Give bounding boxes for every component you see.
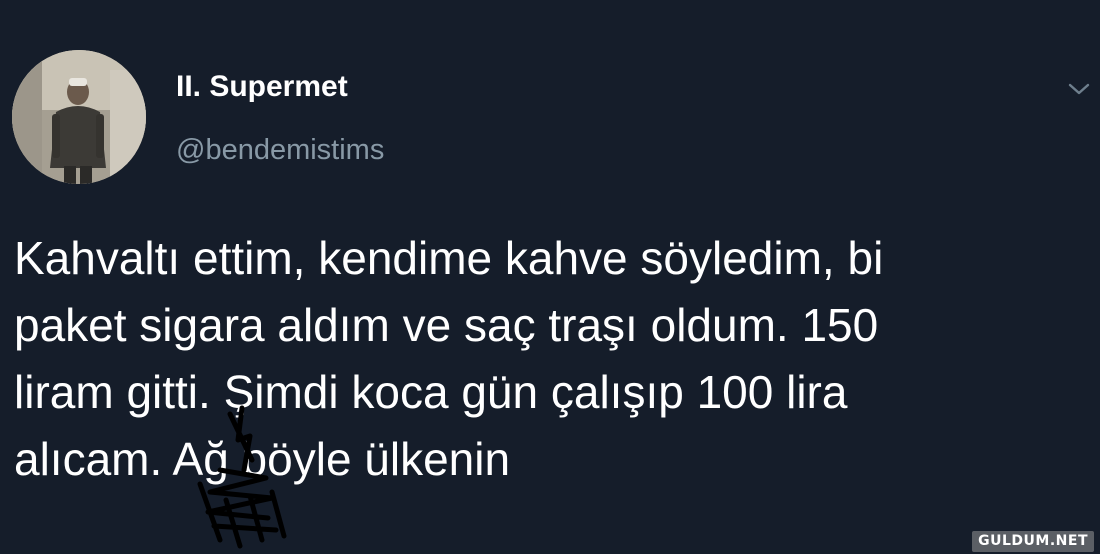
watermark: GULDUM.NET: [972, 531, 1094, 552]
avatar-photo: [12, 50, 146, 184]
avatar[interactable]: [12, 50, 146, 184]
tweet-text: Kahvaltı ettim, kendime kahve söyledim, …: [14, 225, 1094, 493]
display-name[interactable]: II. Supermet: [176, 70, 348, 104]
user-handle[interactable]: @bendemistims: [176, 134, 384, 167]
tweet-line: liram gitti. Şimdi koca gün çalışıp 100 …: [14, 366, 848, 418]
tweet-line: Kahvaltı ettim, kendime kahve söyledim, …: [14, 232, 884, 284]
chevron-down-icon[interactable]: [1066, 78, 1092, 100]
tweet-line: paket sigara aldım ve saç traşı oldum. 1…: [14, 299, 879, 351]
tweet-line: alıcam. Ağ böyle ülkenin: [14, 433, 511, 485]
tweet-card: II. Supermet @bendemistims Kahvaltı etti…: [0, 0, 1100, 554]
